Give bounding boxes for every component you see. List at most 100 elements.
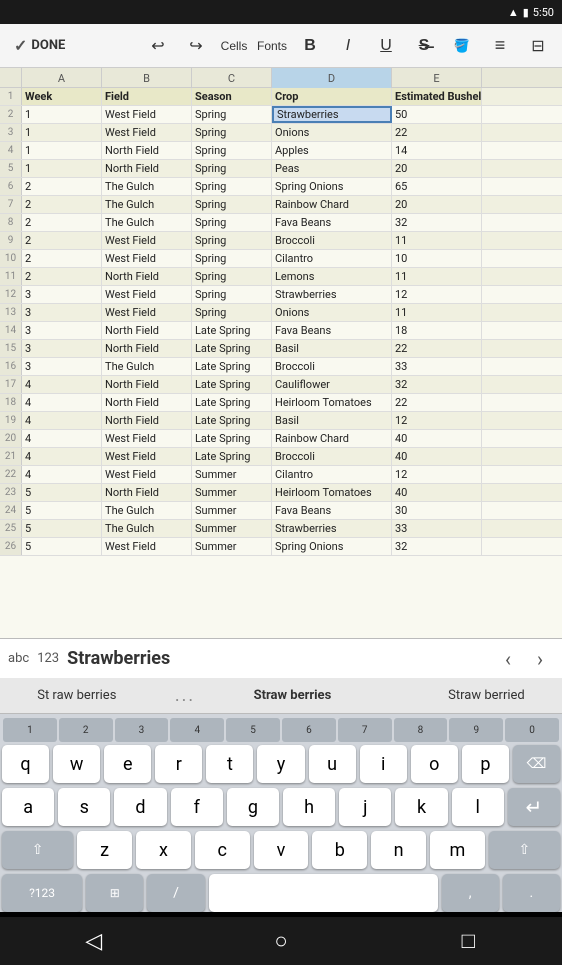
home-button[interactable]: ○ — [251, 921, 311, 961]
key-f[interactable]: f — [171, 788, 223, 826]
prev-cell-button[interactable]: ‹ — [494, 645, 522, 673]
header-season[interactable]: Season — [192, 88, 272, 105]
key-g[interactable]: g — [227, 788, 279, 826]
cell-d[interactable]: Strawberries — [272, 286, 392, 303]
cell-e[interactable]: 32 — [392, 214, 482, 231]
cell-e[interactable]: 40 — [392, 430, 482, 447]
cell-c[interactable]: Spring — [192, 268, 272, 285]
key-0[interactable]: 0 — [505, 718, 559, 742]
cell-d[interactable]: Strawberries — [272, 520, 392, 537]
cell-a[interactable]: 4 — [22, 412, 102, 429]
key-6[interactable]: 6 — [282, 718, 336, 742]
cell-b[interactable]: West Field — [102, 304, 192, 321]
cell-b[interactable]: West Field — [102, 538, 192, 555]
table-row[interactable]: 235North FieldSummerHeirloom Tomatoes40 — [0, 484, 562, 502]
cell-b[interactable]: West Field — [102, 250, 192, 267]
comma-key[interactable]: , — [442, 874, 499, 912]
back-button[interactable]: ◁ — [64, 921, 124, 961]
shift-key[interactable]: ⇧ — [2, 831, 73, 869]
table-row[interactable]: 163The GulchLate SpringBroccoli33 — [0, 358, 562, 376]
space-key[interactable] — [209, 874, 438, 912]
enter-key[interactable]: ↵ — [508, 788, 560, 826]
key-t[interactable]: t — [206, 745, 253, 783]
key-d[interactable]: d — [114, 788, 166, 826]
cell-a[interactable]: 1 — [22, 124, 102, 141]
cell-a[interactable]: 5 — [22, 502, 102, 519]
cell-a[interactable]: 4 — [22, 466, 102, 483]
cell-b[interactable]: West Field — [102, 286, 192, 303]
cell-e[interactable]: 12 — [392, 466, 482, 483]
cell-c[interactable]: Spring — [192, 250, 272, 267]
cell-a[interactable]: 2 — [22, 214, 102, 231]
key-9[interactable]: 9 — [449, 718, 503, 742]
cell-c[interactable]: Late Spring — [192, 394, 272, 411]
cell-a[interactable]: 4 — [22, 394, 102, 411]
key-7[interactable]: 7 — [338, 718, 392, 742]
cell-e[interactable]: 11 — [392, 232, 482, 249]
key-y[interactable]: y — [257, 745, 304, 783]
cell-b[interactable]: West Field — [102, 232, 192, 249]
cell-a[interactable]: 4 — [22, 430, 102, 447]
key-z[interactable]: z — [77, 831, 132, 869]
cell-c[interactable]: Spring — [192, 160, 272, 177]
cell-a[interactable]: 5 — [22, 520, 102, 537]
cell-e[interactable]: 20 — [392, 196, 482, 213]
cell-e[interactable]: 10 — [392, 250, 482, 267]
key-8[interactable]: 8 — [394, 718, 448, 742]
key-n[interactable]: n — [371, 831, 426, 869]
table-row[interactable]: 51North FieldSpringPeas20 — [0, 160, 562, 178]
cell-d[interactable]: Cilantro — [272, 250, 392, 267]
cell-c[interactable]: Spring — [192, 124, 272, 141]
cell-b[interactable]: North Field — [102, 376, 192, 393]
cell-c[interactable]: Spring — [192, 304, 272, 321]
cell-b[interactable]: West Field — [102, 466, 192, 483]
cell-d[interactable]: Fava Beans — [272, 214, 392, 231]
cell-d[interactable]: Cauliflower — [272, 376, 392, 393]
cell-c[interactable]: Late Spring — [192, 358, 272, 375]
cell-c[interactable]: Late Spring — [192, 340, 272, 357]
cell-c[interactable]: Spring — [192, 142, 272, 159]
cell-d[interactable]: Apples — [272, 142, 392, 159]
cell-b[interactable]: North Field — [102, 322, 192, 339]
cell-a[interactable]: 4 — [22, 376, 102, 393]
cell-e[interactable]: 12 — [392, 412, 482, 429]
cell-d[interactable]: Heirloom Tomatoes — [272, 484, 392, 501]
key-k[interactable]: k — [395, 788, 447, 826]
cell-d[interactable]: Onions — [272, 304, 392, 321]
align-button[interactable]: ≡ — [484, 30, 516, 62]
key-j[interactable]: j — [339, 788, 391, 826]
header-crop[interactable]: Crop — [272, 88, 392, 105]
cell-d[interactable]: Basil — [272, 412, 392, 429]
header-field[interactable]: Field — [102, 88, 192, 105]
autocomplete-item-2[interactable]: Straw berries — [246, 684, 340, 707]
next-cell-button[interactable]: › — [526, 645, 554, 673]
bold-button[interactable]: B — [294, 30, 326, 62]
cell-d[interactable]: Cilantro — [272, 466, 392, 483]
cell-e[interactable]: 18 — [392, 322, 482, 339]
table-row[interactable]: 204West FieldLate SpringRainbow Chard40 — [0, 430, 562, 448]
fonts-button[interactable]: Fonts — [256, 30, 288, 62]
cell-c[interactable]: Late Spring — [192, 448, 272, 465]
cell-e[interactable]: 30 — [392, 502, 482, 519]
table-row[interactable]: 174North FieldLate SpringCauliflower32 — [0, 376, 562, 394]
backspace-key[interactable]: ⌫ — [513, 745, 560, 783]
key-b[interactable]: b — [312, 831, 367, 869]
undo-button[interactable]: ↩ — [142, 30, 174, 62]
table-row[interactable]: 194North FieldLate SpringBasil12 — [0, 412, 562, 430]
cell-e[interactable]: 14 — [392, 142, 482, 159]
cell-b[interactable]: North Field — [102, 160, 192, 177]
cell-d[interactable]: Fava Beans — [272, 322, 392, 339]
key-2[interactable]: 2 — [59, 718, 113, 742]
table-row[interactable]: 102West FieldSpringCilantro10 — [0, 250, 562, 268]
cell-d[interactable]: Basil — [272, 340, 392, 357]
cell-b[interactable]: West Field — [102, 430, 192, 447]
cell-d[interactable]: Onions — [272, 124, 392, 141]
cell-a[interactable]: 2 — [22, 232, 102, 249]
table-row[interactable]: 255The GulchSummerStrawberries33 — [0, 520, 562, 538]
cell-c[interactable]: Late Spring — [192, 376, 272, 393]
cell-d[interactable]: Lemons — [272, 268, 392, 285]
cells-button[interactable]: Cells — [218, 30, 250, 62]
key-3[interactable]: 3 — [115, 718, 169, 742]
autocomplete-item-3[interactable]: Straw berried — [440, 684, 533, 707]
cell-b[interactable]: North Field — [102, 484, 192, 501]
